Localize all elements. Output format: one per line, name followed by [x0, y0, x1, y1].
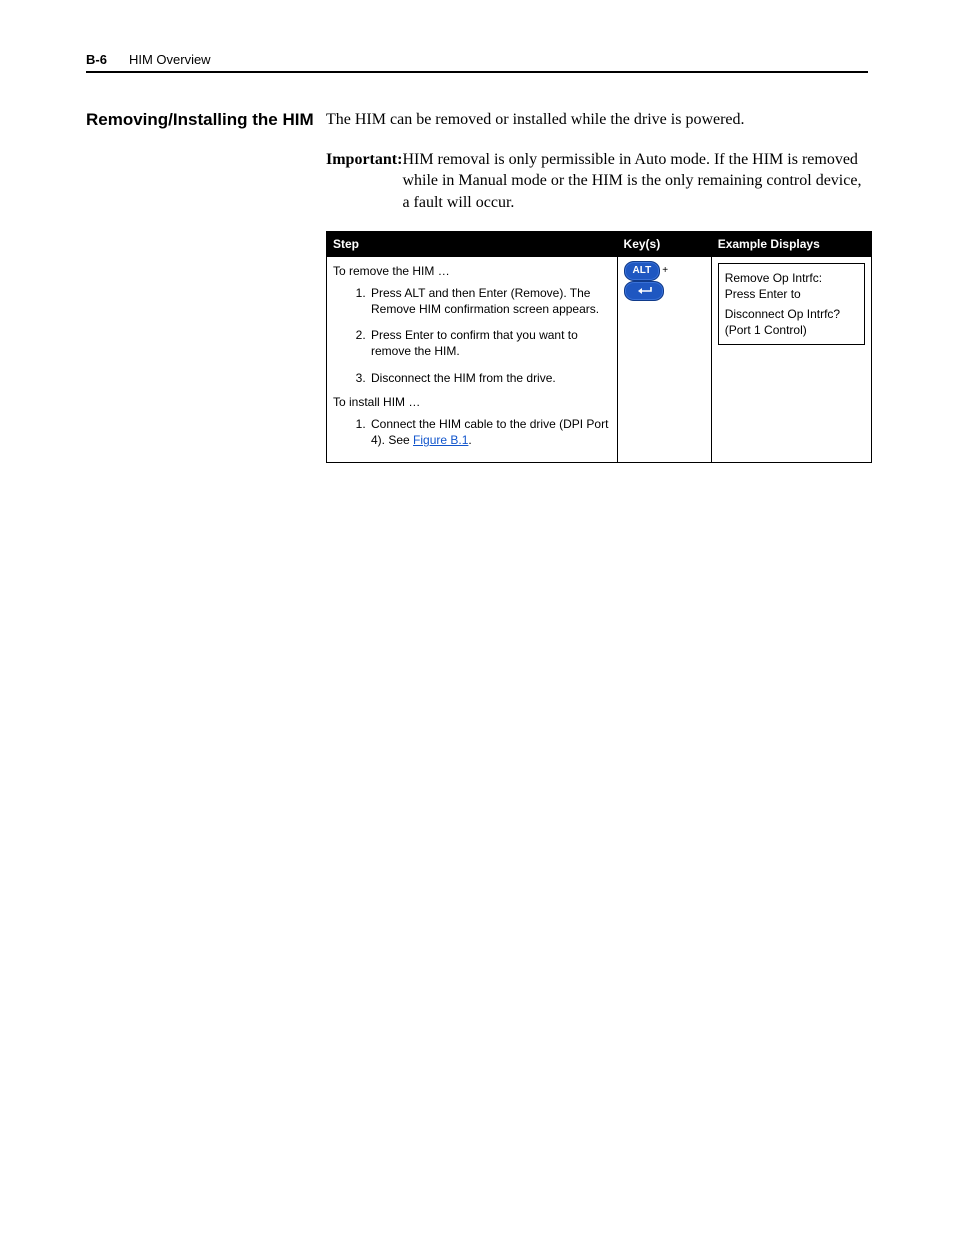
remove-heading: To remove the HIM …	[333, 263, 611, 279]
install-step-list: Connect the HIM cable to the drive (DPI …	[333, 416, 611, 448]
col-header-keys: Key(s)	[617, 232, 711, 257]
remove-step-list: Press ALT and then Enter (Remove). The R…	[333, 285, 611, 386]
table-header-row: Step Key(s) Example Displays	[327, 232, 872, 257]
section-title: HIM Overview	[129, 52, 211, 67]
alt-key-icon: ALT	[624, 261, 661, 281]
example-display-box: Remove Op Intrfc: Press Enter to Disconn…	[718, 263, 865, 346]
important-label: Important:	[326, 149, 402, 214]
table-row: To remove the HIM … Press ALT and then E…	[327, 257, 872, 463]
display-line: (Port 1 Control)	[725, 322, 858, 338]
page: B-6 HIM Overview Removing/Installing the…	[0, 0, 954, 1235]
procedure-table: Step Key(s) Example Displays To remove t…	[326, 231, 872, 463]
step-cell: To remove the HIM … Press ALT and then E…	[327, 257, 618, 463]
important-text: HIM removal is only permissible in Auto …	[402, 149, 872, 214]
display-cell: Remove Op Intrfc: Press Enter to Disconn…	[711, 257, 871, 463]
plus-icon: +	[662, 262, 668, 280]
display-line: Press Enter to	[725, 286, 858, 302]
important-note: Important: HIM removal is only permissib…	[326, 149, 872, 214]
list-item: Press Enter to confirm that you want to …	[369, 327, 611, 359]
running-header: B-6 HIM Overview	[86, 52, 868, 67]
install-step-suffix: .	[468, 433, 471, 447]
install-step-prefix: Connect the HIM cable to the drive (DPI …	[371, 417, 608, 447]
enter-key-icon	[624, 281, 664, 301]
keys-cell: ALT+	[617, 257, 711, 463]
display-line: Remove Op Intrfc:	[725, 270, 858, 286]
figure-link[interactable]: Figure B.1	[413, 433, 468, 447]
col-header-step: Step	[327, 232, 618, 257]
list-item: Disconnect the HIM from the drive.	[369, 370, 611, 386]
col-header-displays: Example Displays	[711, 232, 871, 257]
list-item: Connect the HIM cable to the drive (DPI …	[369, 416, 611, 448]
intro-paragraph: The HIM can be removed or installed whil…	[326, 109, 872, 131]
body-column: The HIM can be removed or installed whil…	[326, 109, 872, 463]
page-number: B-6	[86, 52, 107, 67]
header-rule	[86, 71, 868, 73]
display-line: Disconnect Op Intrfc?	[725, 306, 858, 322]
side-heading: Removing/Installing the HIM	[86, 109, 326, 463]
install-heading: To install HIM …	[333, 394, 611, 410]
content-columns: Removing/Installing the HIM The HIM can …	[86, 109, 868, 463]
list-item: Press ALT and then Enter (Remove). The R…	[369, 285, 611, 317]
